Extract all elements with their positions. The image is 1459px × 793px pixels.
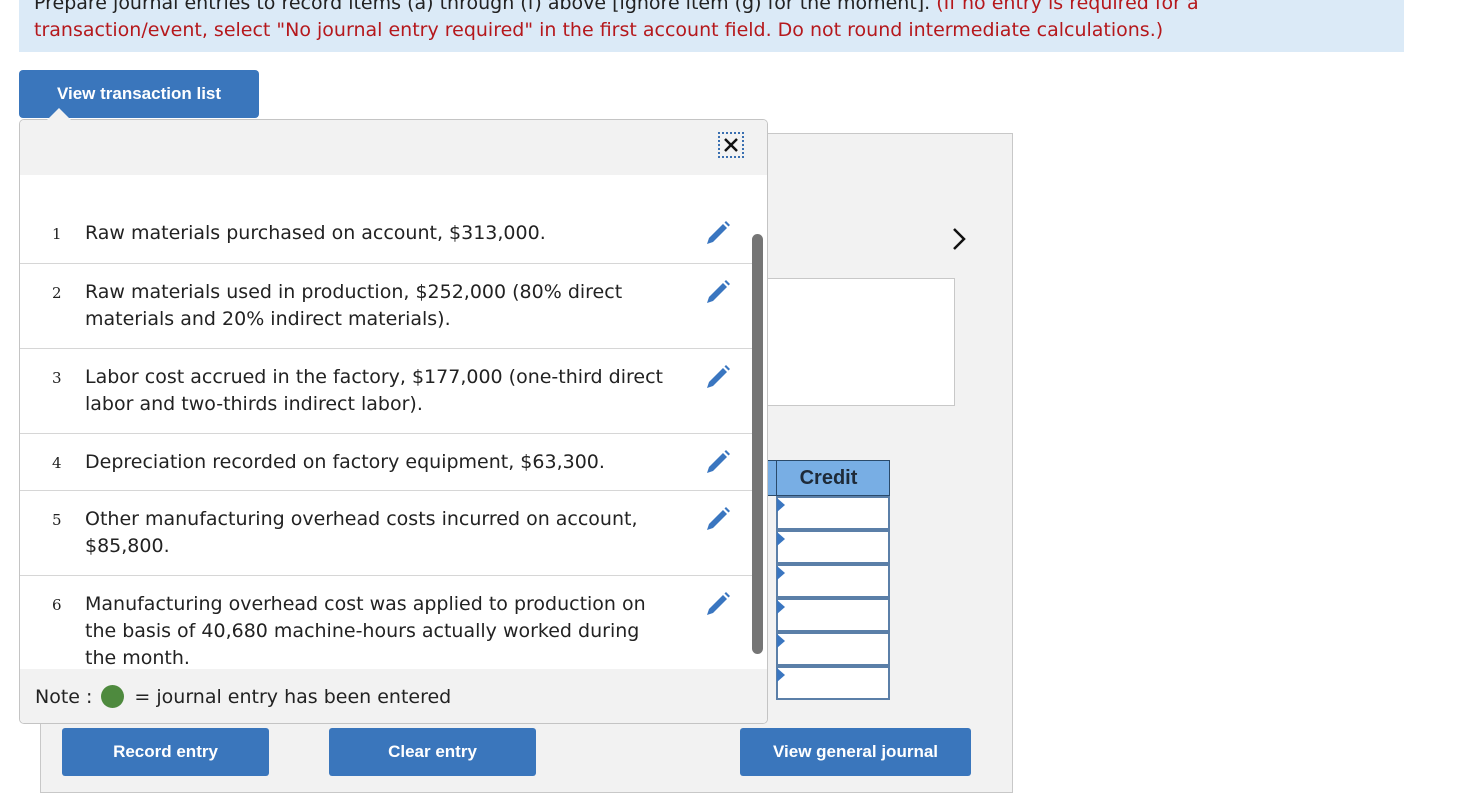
- edit-transaction-button[interactable]: [703, 447, 733, 477]
- credit-input[interactable]: [776, 598, 890, 632]
- edit-transaction-button[interactable]: [703, 504, 733, 534]
- transaction-item: 1 Raw materials purchased on account, $3…: [20, 215, 753, 264]
- record-entry-button[interactable]: Record entry: [62, 728, 269, 776]
- close-button[interactable]: [718, 132, 744, 158]
- transaction-number: 1: [52, 225, 62, 243]
- transaction-number: 4: [52, 454, 62, 472]
- note-label: Note :: [35, 685, 93, 708]
- entered-status-dot-icon: [101, 685, 125, 708]
- popup-scrollbar[interactable]: [752, 234, 763, 654]
- transaction-list-popup: 1 Raw materials purchased on account, $3…: [19, 119, 768, 724]
- transaction-item: 2 Raw materials used in production, $252…: [20, 264, 753, 349]
- journal-credit-column: Credit: [767, 460, 890, 700]
- instructions-banner: Prepare journal entries to record items …: [19, 0, 1404, 52]
- popup-header: [20, 120, 767, 175]
- edit-transaction-button[interactable]: [703, 589, 733, 619]
- credit-input[interactable]: [776, 666, 890, 700]
- pencil-icon: [707, 280, 730, 303]
- edit-transaction-button[interactable]: [703, 218, 733, 248]
- edit-transaction-button[interactable]: [703, 277, 733, 307]
- transaction-text: Labor cost accrued in the factory, $177,…: [85, 366, 663, 415]
- transaction-text: Depreciation recorded on factory equipme…: [85, 451, 605, 473]
- transaction-text: Other manufacturing overhead costs incur…: [85, 508, 638, 557]
- transaction-item: 4 Depreciation recorded on factory equip…: [20, 434, 753, 491]
- edit-transaction-button[interactable]: [703, 362, 733, 392]
- credit-input[interactable]: [776, 530, 890, 564]
- pencil-icon: [707, 221, 730, 244]
- credit-input[interactable]: [776, 496, 890, 530]
- transaction-number: 3: [52, 369, 62, 387]
- credit-column-header: Credit: [767, 460, 890, 496]
- popup-caret: [47, 108, 71, 120]
- legend-note: Note : = journal entry has been entered: [20, 669, 767, 723]
- transaction-text: Raw materials purchased on account, $313…: [85, 222, 546, 244]
- transaction-number: 2: [52, 284, 62, 302]
- instructions-text: Prepare journal entries to record items …: [34, 0, 937, 14]
- transaction-number: 5: [52, 511, 62, 529]
- note-text: = journal entry has been entered: [134, 685, 452, 708]
- pencil-icon: [707, 507, 730, 530]
- instructions-note: (If no entry is required for a: [936, 0, 1199, 14]
- next-entry-button[interactable]: [946, 224, 972, 254]
- pencil-icon: [707, 365, 730, 388]
- instructions-note-cont: transaction/event, select "No journal en…: [34, 19, 1164, 41]
- close-icon: [724, 138, 738, 152]
- transaction-description-box: [760, 278, 955, 406]
- clear-entry-button[interactable]: Clear entry: [329, 728, 536, 776]
- pencil-icon: [707, 450, 730, 473]
- transaction-text: Raw materials used in production, $252,0…: [85, 281, 623, 330]
- chevron-right-icon: [953, 228, 966, 250]
- transaction-item: 3 Labor cost accrued in the factory, $17…: [20, 349, 753, 434]
- transaction-list: 1 Raw materials purchased on account, $3…: [20, 215, 753, 688]
- credit-input[interactable]: [776, 564, 890, 598]
- view-general-journal-button[interactable]: View general journal: [740, 728, 971, 776]
- pencil-icon: [707, 592, 730, 615]
- transaction-item: 5 Other manufacturing overhead costs inc…: [20, 491, 753, 576]
- credit-input[interactable]: [776, 632, 890, 666]
